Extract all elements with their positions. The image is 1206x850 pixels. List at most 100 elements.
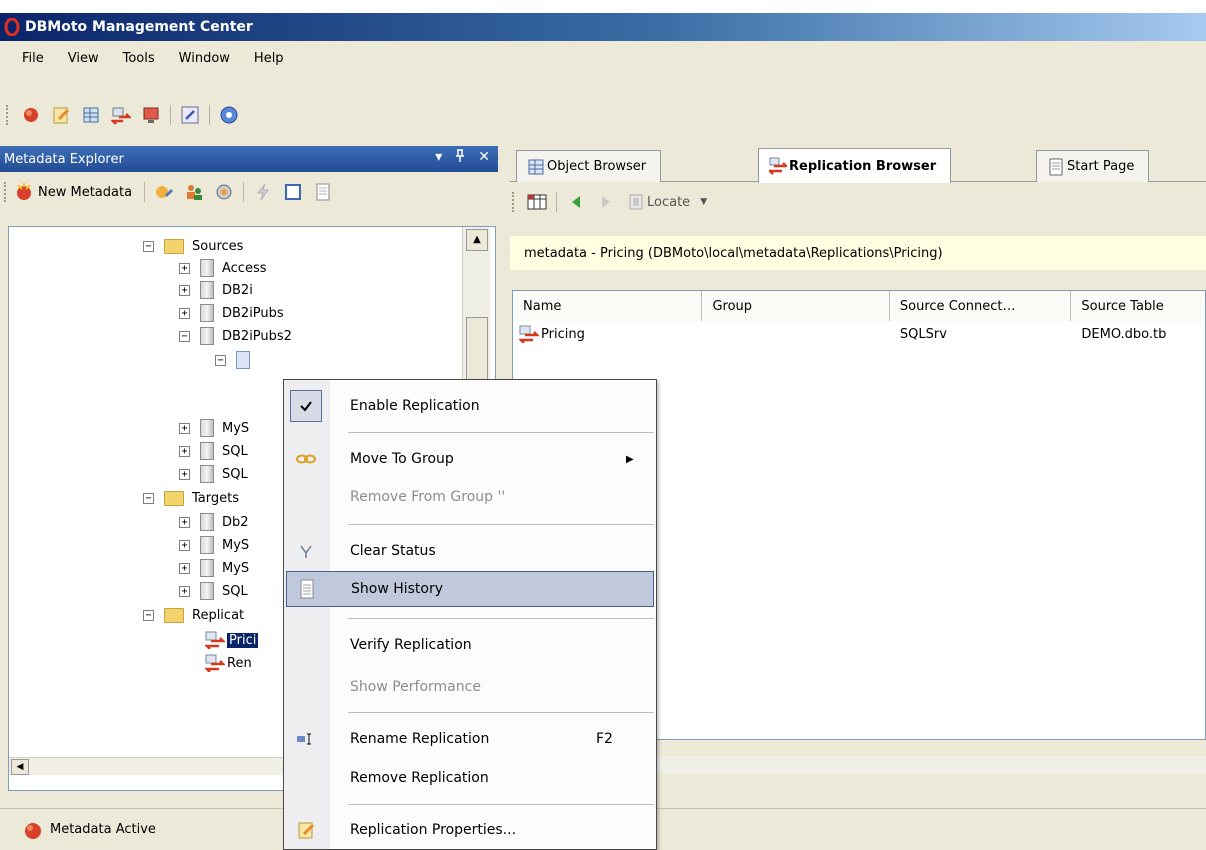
menu-item-show-performance[interactable]: Show Performance (286, 669, 654, 705)
menu-item-remove-replication[interactable]: Remove Replication (286, 760, 654, 796)
menu-separator (348, 618, 654, 619)
panel-close-icon[interactable]: ✕ (478, 149, 490, 167)
notes-icon[interactable] (312, 181, 334, 203)
help-icon[interactable] (218, 104, 240, 126)
tree-node-pricing[interactable]: Prici (205, 629, 259, 651)
connect-icon[interactable] (179, 104, 201, 126)
tree-node-replications[interactable]: − Replicat (143, 604, 244, 626)
expand-icon[interactable]: + (179, 307, 190, 319)
expand-icon[interactable]: + (179, 585, 190, 597)
menu-item-label: Show History (351, 581, 444, 597)
expand-icon[interactable]: + (179, 539, 190, 551)
tree-node-mysql-source[interactable]: + MyS (179, 417, 249, 439)
panel-pin-icon[interactable] (454, 149, 466, 167)
toolbar-grip[interactable] (4, 182, 8, 202)
menu-item-rename-replication[interactable]: Rename Replication F2 (286, 721, 654, 757)
collapse-icon[interactable]: − (143, 240, 154, 252)
tree-node-mysql-target-2[interactable]: + MyS (179, 557, 249, 579)
column-header-name[interactable]: Name (513, 291, 703, 321)
expand-icon[interactable]: + (179, 284, 190, 296)
tree-node-sql-source-2[interactable]: + SQL (179, 463, 248, 485)
menu-item-label: Move To Group (350, 451, 454, 467)
new-metadata-button[interactable]: New Metadata (14, 182, 140, 202)
tree-node-access[interactable]: + Access (179, 257, 267, 279)
add-connection-icon[interactable] (153, 181, 175, 203)
expand-icon[interactable]: + (179, 445, 190, 457)
folder-icon (164, 607, 184, 623)
back-arrow-icon[interactable] (565, 191, 587, 213)
tab-object-browser[interactable]: Object Browser (516, 150, 662, 182)
menu-file[interactable]: File (10, 47, 56, 70)
menu-help[interactable]: Help (242, 47, 296, 70)
replication-icon (205, 654, 225, 672)
database-icon (200, 304, 214, 322)
folder-icon (164, 490, 184, 506)
forward-arrow-icon[interactable] (595, 191, 617, 213)
monitor-icon[interactable] (140, 104, 162, 126)
tree-node-sql-source-1[interactable]: + SQL (179, 440, 248, 462)
toolbar-grip[interactable] (512, 192, 516, 212)
tree-node-db2ipubs2[interactable]: − DB2iPubs2 (179, 325, 292, 347)
database-icon (200, 465, 214, 483)
column-header-source-connection[interactable]: Source Connect… (889, 291, 1072, 321)
column-header-group[interactable]: Group (702, 291, 890, 321)
menu-item-enable-replication[interactable]: Enable Replication (286, 388, 654, 424)
tree-node-mysql-target-1[interactable]: + MyS (179, 534, 249, 556)
collapse-icon[interactable]: − (179, 330, 190, 342)
toolbar-separator (170, 105, 171, 125)
columns-icon[interactable] (526, 191, 548, 213)
menu-item-label: Enable Replication (350, 398, 480, 414)
expand-icon[interactable]: + (179, 262, 190, 274)
expand-icon[interactable]: + (179, 562, 190, 574)
metadata-icon[interactable] (20, 104, 42, 126)
database-icon (200, 559, 214, 577)
edit-properties-icon[interactable] (50, 104, 72, 126)
tree-label: DB2i (222, 282, 253, 298)
menu-item-replication-properties[interactable]: Replication Properties... (286, 812, 654, 848)
tab-start-page[interactable]: Start Page (1036, 150, 1150, 182)
menu-tools[interactable]: Tools (111, 47, 167, 70)
document-icon[interactable] (282, 181, 304, 203)
expand-icon[interactable]: + (179, 468, 190, 480)
tree-label: SQL (222, 583, 248, 599)
scroll-up-icon[interactable]: ▲ (466, 229, 488, 251)
cell-source-table: DEMO.dbo.tb (1081, 326, 1167, 342)
tree-node-db2-target[interactable]: + Db2 (179, 511, 249, 533)
tree-node-db2i[interactable]: + DB2i (179, 279, 253, 301)
toolbar-grip[interactable] (6, 105, 10, 125)
locate-dropdown-icon[interactable]: ▼ (700, 197, 707, 207)
menu-item-label: Rename Replication (350, 731, 490, 747)
replication-icon[interactable] (110, 104, 132, 126)
expand-icon[interactable]: + (179, 422, 190, 434)
collapse-icon[interactable]: − (215, 354, 226, 366)
table-icon[interactable] (80, 104, 102, 126)
menu-item-verify-replication[interactable]: Verify Replication (286, 627, 654, 663)
menu-item-remove-from-group[interactable]: Remove From Group '' (286, 479, 654, 515)
tree-node-db2ipubs[interactable]: + DB2iPubs (179, 302, 284, 324)
tree-node-sources[interactable]: − Sources (143, 235, 243, 257)
menu-view[interactable]: View (56, 47, 111, 70)
collapse-icon[interactable]: − (143, 492, 154, 504)
column-header-source-table[interactable]: Source Table (1071, 291, 1205, 321)
tree-node-child[interactable]: − (215, 349, 258, 371)
collapse-icon[interactable]: − (143, 609, 154, 621)
new-metadata-label: New Metadata (38, 184, 133, 200)
menu-item-move-to-group[interactable]: Move To Group ▶ (286, 441, 654, 477)
menu-window[interactable]: Window (167, 47, 242, 70)
tree-label: MyS (222, 420, 250, 436)
table-row[interactable]: Pricing SQLSrv DEMO.dbo.tb (513, 321, 1205, 347)
menu-item-show-history[interactable]: Show History (286, 571, 654, 607)
expand-icon[interactable]: + (179, 516, 190, 528)
menu-item-clear-status[interactable]: Clear Status (286, 533, 654, 569)
tree-node-sql-target[interactable]: + SQL (179, 580, 248, 602)
panel-dropdown-icon[interactable]: ▾ (435, 149, 442, 167)
database-icon (200, 536, 214, 554)
tree-node-ren[interactable]: Ren (205, 652, 252, 674)
locate-button[interactable]: Locate (647, 195, 690, 210)
scroll-left-icon[interactable]: ◀ (11, 759, 29, 775)
locate-icon[interactable] (625, 191, 647, 213)
tab-replication-browser[interactable]: Replication Browser (758, 148, 952, 183)
tree-node-targets[interactable]: − Targets (143, 487, 239, 509)
settings-icon[interactable] (213, 181, 235, 203)
users-icon[interactable] (183, 181, 205, 203)
